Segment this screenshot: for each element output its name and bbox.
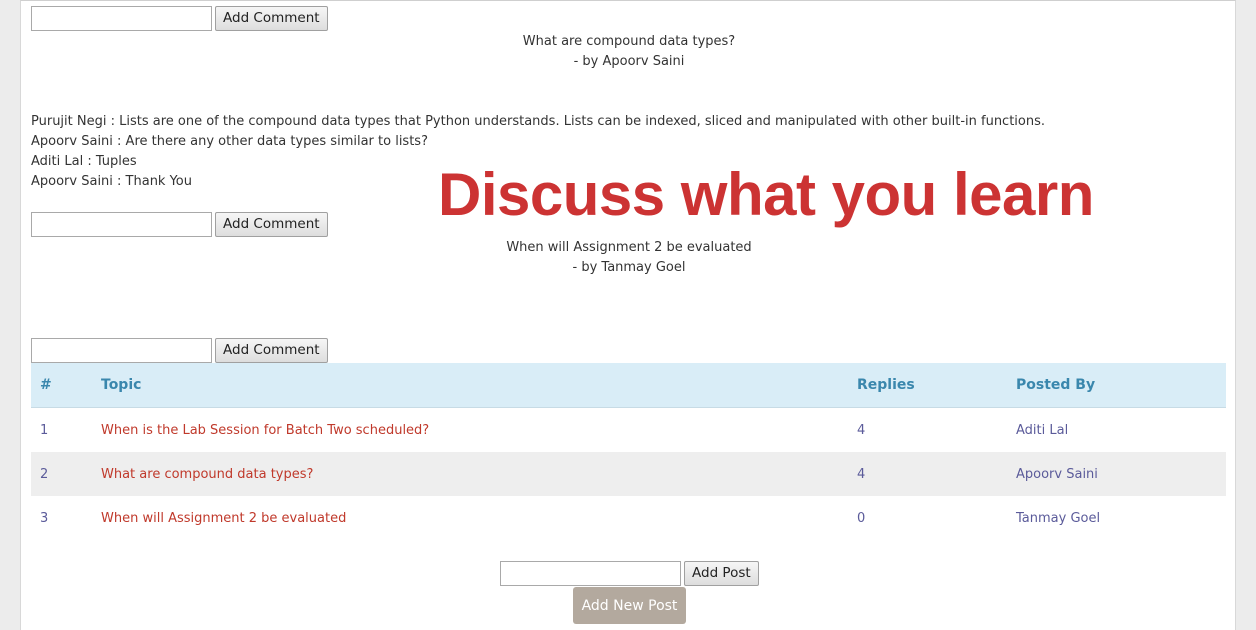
post-input[interactable] xyxy=(500,561,681,586)
comment: Purujit Negi : Lists are one of the comp… xyxy=(31,114,1046,129)
comment-input[interactable] xyxy=(31,212,212,237)
topics-table: # Topic Replies Posted By 1 When is the … xyxy=(31,363,1226,540)
topic-link[interactable]: What are compound data types? xyxy=(92,452,848,496)
comment-input[interactable] xyxy=(31,338,212,363)
post-author: - by Tanmay Goel xyxy=(572,260,686,275)
topic-link[interactable]: When will Assignment 2 be evaluated xyxy=(92,496,848,540)
row-replies: 4 xyxy=(848,452,1007,496)
forum-page: Add Comment What are compound data types… xyxy=(20,0,1236,630)
row-replies: 4 xyxy=(857,422,866,438)
row-number: 2 xyxy=(31,452,92,496)
row-replies: 0 xyxy=(857,510,866,526)
topic-link[interactable]: When is the Lab Session for Batch Two sc… xyxy=(92,408,848,453)
header-posted-by: Posted By xyxy=(1007,363,1226,408)
comment: Apoorv Saini : Thank You xyxy=(31,174,193,189)
table-row: 2 What are compound data types? 4 Apoorv… xyxy=(31,452,1226,496)
comment-input[interactable] xyxy=(31,6,212,31)
row-posted-by: Apoorv Saini xyxy=(1007,452,1226,496)
header-number: # xyxy=(31,363,92,408)
comment: Aditi Lal : Tuples xyxy=(31,154,137,169)
add-comment-button[interactable]: Add Comment xyxy=(215,212,328,237)
row-posted-by: Tanmay Goel xyxy=(1016,510,1101,526)
table-row: 1 When is the Lab Session for Batch Two … xyxy=(31,408,1226,453)
add-comment-button[interactable]: Add Comment xyxy=(215,6,328,31)
table-row: 3 When will Assignment 2 be evaluated 0 … xyxy=(31,496,1226,540)
header-replies: Replies xyxy=(848,363,1007,408)
table-header-row: # Topic Replies Posted By xyxy=(31,363,1226,408)
post-title: What are compound data types? xyxy=(522,34,736,49)
row-posted-by: Aditi Lal xyxy=(1016,422,1069,438)
row-number: 3 xyxy=(40,510,49,526)
add-post-button[interactable]: Add Post xyxy=(684,561,759,586)
header-topic: Topic xyxy=(92,363,848,408)
add-comment-button[interactable]: Add Comment xyxy=(215,338,328,363)
post-title: When will Assignment 2 be evaluated xyxy=(506,240,752,255)
overlay-banner-text: Discuss what you learn xyxy=(438,161,1094,228)
add-new-post-button[interactable]: Add New Post xyxy=(573,587,686,624)
comment: Apoorv Saini : Are there any other data … xyxy=(31,134,428,149)
post-author: - by Apoorv Saini xyxy=(573,54,685,69)
row-number: 1 xyxy=(40,422,49,438)
